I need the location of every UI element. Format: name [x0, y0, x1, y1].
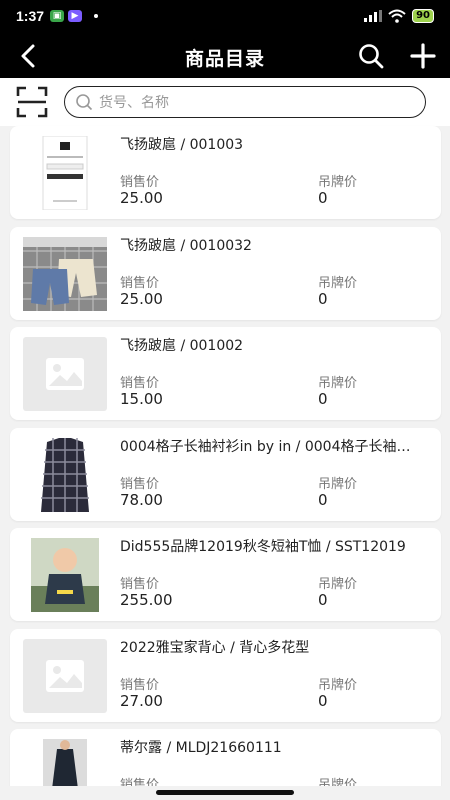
- product-card[interactable]: 飞扬跛扈 / 0010032 销售价 吊牌价 25.00 0: [10, 226, 441, 320]
- price-value: 27.00: [120, 691, 163, 710]
- status-right: 90: [364, 9, 434, 23]
- price-value: 255.00: [120, 591, 173, 609]
- product-image: [23, 236, 107, 311]
- home-indicator-area: [0, 786, 450, 800]
- tag-price-value: 0: [318, 591, 328, 609]
- notification-icons: ▣ ▶: [50, 10, 98, 22]
- search-bar: 货号、名称: [0, 78, 450, 126]
- price-label: 销售价: [120, 577, 160, 592]
- product-card[interactable]: 2022雅宝家背心 / 背心多花型 销售价 吊牌价 27.00 0: [10, 628, 441, 722]
- app-header: 1:37 ▣ ▶ 90 商品目录: [0, 0, 450, 78]
- price-value: 25.00: [120, 189, 163, 207]
- price-label: 销售价: [120, 376, 160, 391]
- product-image: [23, 538, 107, 612]
- tag-price-value: 0: [318, 390, 328, 408]
- product-card[interactable]: 0004格子长袖衬衫in by in / 0004格子长袖衬衫in by in 销…: [10, 427, 441, 521]
- search-icon[interactable]: [358, 43, 384, 69]
- home-indicator[interactable]: [156, 790, 294, 795]
- notification-dot-icon: [94, 14, 98, 18]
- scan-icon[interactable]: [16, 86, 48, 118]
- price-label: 销售价: [120, 476, 160, 492]
- price-label: 销售价: [120, 677, 160, 693]
- app-notification-icon: ▣: [50, 10, 64, 22]
- tag-price-label: 吊牌价: [318, 677, 358, 693]
- tag-price-label: 吊牌价: [318, 376, 358, 391]
- price-label: 销售价: [120, 175, 160, 190]
- add-icon[interactable]: [410, 43, 436, 69]
- tag-price-value: 0: [318, 490, 328, 509]
- product-image: [23, 135, 107, 211]
- product-card[interactable]: 飞扬跛扈 / 001003 销售价 吊牌价 25.00 0: [10, 126, 441, 219]
- product-name: Did555品牌12019秋冬短袖T恤 / SST12019: [120, 539, 406, 555]
- wifi-icon: [388, 9, 406, 23]
- signal-icon: [364, 10, 383, 22]
- product-name: 0004格子长袖衬衫in by in / 0004格子长袖衬衫in by in: [120, 438, 420, 455]
- status-bar: 1:37 ▣ ▶ 90: [0, 0, 450, 34]
- product-name: 飞扬跛扈 / 001003: [120, 137, 244, 153]
- tag-price-label: 吊牌价: [318, 175, 358, 190]
- search-input[interactable]: 货号、名称: [64, 86, 426, 118]
- tag-price-label: 吊牌价: [318, 476, 358, 492]
- product-card[interactable]: 飞扬跛扈 / 001002 销售价 吊牌价 15.00 0: [10, 327, 441, 420]
- tag-price-value: 0: [318, 691, 328, 710]
- product-card[interactable]: Did555品牌12019秋冬短袖T恤 / SST12019 销售价 吊牌价 255.…: [10, 528, 441, 621]
- search-placeholder: 货号、名称: [99, 95, 169, 111]
- price-label: 销售价: [120, 275, 160, 291]
- tag-price-label: 吊牌价: [318, 275, 358, 291]
- product-name: 飞扬跛扈 / 001002: [120, 338, 244, 354]
- navbar: 商品目录: [0, 34, 450, 78]
- product-image: [23, 437, 107, 512]
- price-value: 15.00: [120, 390, 163, 408]
- price-value: 25.00: [120, 289, 163, 308]
- status-time: 1:37: [16, 8, 45, 24]
- tag-price-label: 吊牌价: [318, 577, 358, 592]
- tag-price-value: 0: [318, 189, 328, 207]
- product-name: 2022雅宝家背心 / 背心多花型: [120, 639, 310, 656]
- image-placeholder-icon: [23, 638, 107, 713]
- video-notification-icon: ▶: [68, 10, 82, 22]
- image-placeholder-icon: [23, 337, 107, 411]
- search-field-icon: [76, 94, 93, 111]
- product-name: 蒂尔露 / MLDJ21660111: [120, 740, 282, 756]
- tag-price-value: 0: [318, 289, 328, 308]
- product-name: 飞扬跛扈 / 0010032: [120, 237, 252, 254]
- price-value: 78.00: [120, 490, 163, 509]
- battery-indicator: 90: [412, 9, 434, 23]
